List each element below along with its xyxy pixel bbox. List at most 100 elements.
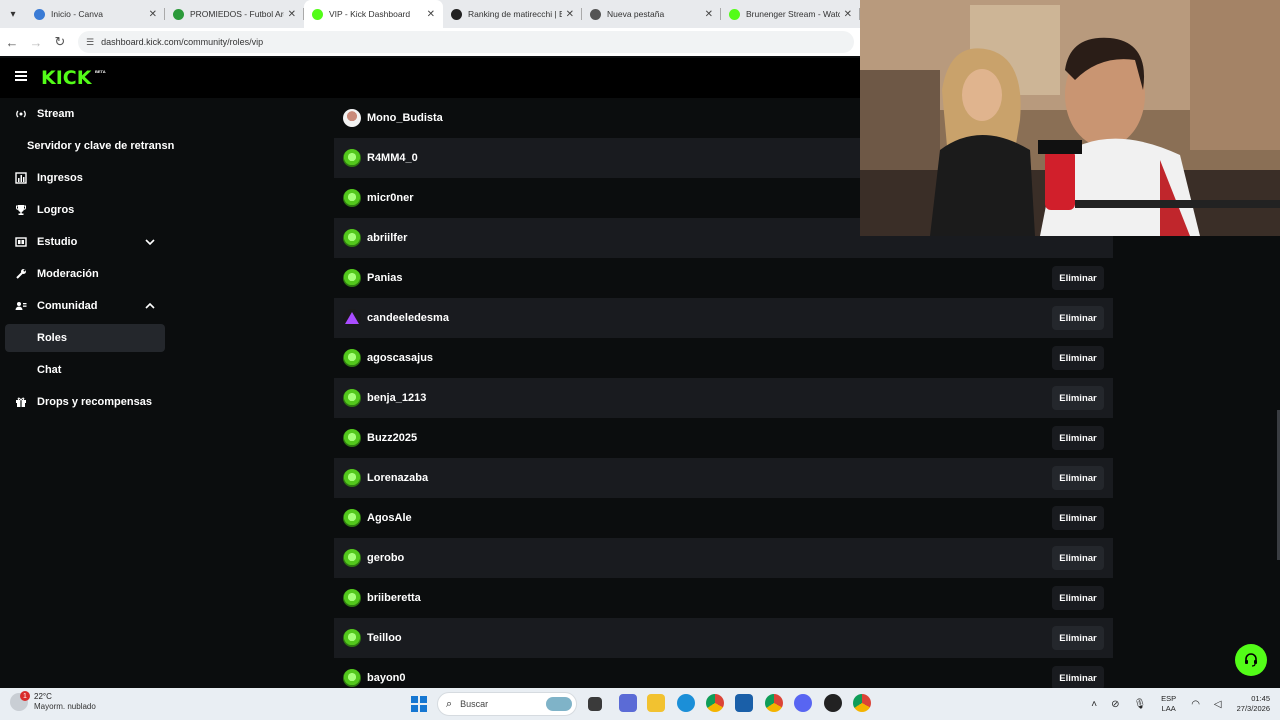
clock[interactable]: 01:45 27/3/2026 bbox=[1237, 694, 1270, 714]
system-tray: ˄ ⊘ 🎙 ESP LAA ◠ ◁ 01:45 27/3/2026 bbox=[1084, 688, 1270, 720]
tab-title: PROMIEDOS - Futbol Arg bbox=[190, 9, 284, 19]
edge-icon[interactable] bbox=[677, 694, 695, 712]
discord-icon[interactable] bbox=[794, 694, 812, 712]
help-chat-button[interactable] bbox=[1235, 644, 1267, 676]
browser-tab[interactable]: VIP - Kick Dashboard ✕ bbox=[304, 0, 443, 28]
sidebar-item-server-key[interactable]: Servidor y clave de retransn bbox=[5, 132, 195, 160]
tab-close-icon[interactable]: ✕ bbox=[288, 9, 296, 20]
username[interactable]: Buzz2025 bbox=[367, 432, 417, 444]
username[interactable]: R4MM4_0 bbox=[367, 152, 418, 164]
app-icon[interactable] bbox=[824, 694, 842, 712]
sidebar-item-label: Servidor y clave de retransn bbox=[27, 140, 175, 152]
tab-title: VIP - Kick Dashboard bbox=[329, 9, 411, 19]
username[interactable]: candeeledesma bbox=[367, 312, 449, 324]
remove-vip-button[interactable]: Eliminar bbox=[1052, 546, 1104, 570]
tab-search-icon[interactable]: ▾ bbox=[0, 0, 26, 28]
tab-close-icon[interactable]: ✕ bbox=[844, 9, 852, 20]
vip-user-row: Panias Eliminar bbox=[334, 258, 1113, 298]
browser-tab[interactable]: Inicio - Canva ✕ bbox=[26, 0, 165, 28]
kick-logo[interactable]: KICK bbox=[41, 68, 91, 88]
tab-close-icon[interactable]: ✕ bbox=[705, 9, 713, 20]
remove-vip-button[interactable]: Eliminar bbox=[1052, 506, 1104, 530]
sidebar-item-label: Moderación bbox=[37, 268, 99, 280]
user-avatar bbox=[343, 669, 361, 687]
back-arrow-icon[interactable]: ← bbox=[0, 30, 24, 54]
copilot-icon[interactable] bbox=[619, 694, 637, 712]
remove-vip-button[interactable]: Eliminar bbox=[1052, 626, 1104, 650]
tab-title: Inicio - Canva bbox=[51, 9, 103, 19]
community-icon bbox=[15, 300, 27, 312]
remove-vip-button[interactable]: Eliminar bbox=[1052, 426, 1104, 450]
remove-vip-button[interactable]: Eliminar bbox=[1052, 306, 1104, 330]
tab-close-icon[interactable]: ✕ bbox=[566, 9, 574, 20]
username[interactable]: AgosAle bbox=[367, 512, 412, 524]
chevron-up-icon[interactable]: ˄ bbox=[1091, 699, 1097, 710]
browser-tab-strip: ▾ Inicio - Canva ✕ PROMIEDOS - Futbol Arg ✕… bbox=[0, 0, 860, 28]
sidebar-item-comunidad[interactable]: Comunidad bbox=[5, 292, 165, 320]
username[interactable]: agoscasajus bbox=[367, 352, 433, 364]
windows-start-icon[interactable] bbox=[411, 696, 427, 712]
tab-close-icon[interactable]: ✕ bbox=[149, 9, 157, 20]
username[interactable]: bayon0 bbox=[367, 672, 406, 684]
weather-condition: Mayorm. nublado bbox=[34, 702, 96, 711]
task-view-icon[interactable] bbox=[588, 697, 602, 711]
vip-user-row: AgosAle Eliminar bbox=[334, 498, 1113, 538]
username[interactable]: Teilloo bbox=[367, 632, 402, 644]
browser-tab[interactable]: PROMIEDOS - Futbol Arg ✕ bbox=[165, 0, 304, 28]
chevron-up-icon[interactable] bbox=[145, 301, 155, 312]
username[interactable]: micr0ner bbox=[367, 192, 413, 204]
forward-arrow-icon[interactable]: → bbox=[24, 30, 48, 54]
reload-icon[interactable]: ↻ bbox=[48, 30, 72, 54]
sidebar-item-logros[interactable]: Logros bbox=[5, 196, 165, 224]
user-avatar bbox=[343, 269, 361, 287]
chart-icon bbox=[15, 172, 27, 184]
taskbar-search[interactable]: ⌕ Buscar bbox=[437, 692, 577, 716]
volume-icon[interactable]: ◁ bbox=[1214, 699, 1222, 710]
browser-tab[interactable]: Nueva pestaña ✕ bbox=[582, 0, 721, 28]
username[interactable]: benja_1213 bbox=[367, 392, 426, 404]
sidebar-item-estudio[interactable]: Estudio bbox=[5, 228, 165, 256]
tab-title: Brunenger Stream - Watc bbox=[746, 9, 840, 19]
sidebar-item-label: Ingresos bbox=[37, 172, 83, 184]
chevron-down-icon[interactable] bbox=[145, 237, 155, 248]
sidebar-item-stream[interactable]: Stream bbox=[5, 100, 165, 128]
browser-tab[interactable]: Brunenger Stream - Watc ✕ bbox=[721, 0, 860, 28]
store-icon[interactable] bbox=[735, 694, 753, 712]
language-indicator[interactable]: ESP LAA bbox=[1161, 694, 1176, 714]
weather-widget[interactable]: 1 22°C Mayorm. nublado bbox=[10, 691, 96, 712]
sidebar-item-roles[interactable]: Roles bbox=[5, 324, 165, 352]
chrome-alt-icon[interactable] bbox=[853, 694, 871, 712]
username[interactable]: abriilfer bbox=[367, 232, 407, 244]
network-off-icon[interactable]: ⊘ bbox=[1111, 699, 1119, 710]
file-explorer-icon[interactable] bbox=[647, 694, 665, 712]
username[interactable]: Mono_Budista bbox=[367, 112, 443, 124]
user-avatar bbox=[343, 229, 361, 247]
username[interactable]: Panias bbox=[367, 272, 402, 284]
remove-vip-button[interactable]: Eliminar bbox=[1052, 266, 1104, 290]
remove-vip-button[interactable]: Eliminar bbox=[1052, 346, 1104, 370]
sidebar-item-label: Drops y recompensas bbox=[37, 396, 152, 408]
remove-vip-button[interactable]: Eliminar bbox=[1052, 466, 1104, 490]
vip-user-row: Lorenazaba Eliminar bbox=[334, 458, 1113, 498]
sidebar-item-moderacion[interactable]: Moderación bbox=[5, 260, 165, 288]
sidebar-item-ingresos[interactable]: Ingresos bbox=[5, 164, 165, 192]
menu-icon[interactable] bbox=[15, 71, 27, 81]
remove-vip-button[interactable]: Eliminar bbox=[1052, 666, 1104, 690]
username[interactable]: briiberetta bbox=[367, 592, 421, 604]
microphone-icon[interactable]: 🎙 bbox=[1133, 699, 1146, 710]
chrome-icon[interactable] bbox=[706, 694, 724, 712]
site-settings-icon[interactable]: ☰ bbox=[86, 37, 94, 48]
username[interactable]: Lorenazaba bbox=[367, 472, 428, 484]
remove-vip-button[interactable]: Eliminar bbox=[1052, 586, 1104, 610]
lang-code: ESP bbox=[1161, 694, 1177, 703]
username[interactable]: gerobo bbox=[367, 552, 404, 564]
wifi-icon[interactable]: ◠ bbox=[1191, 699, 1200, 710]
user-avatar bbox=[343, 389, 361, 407]
sidebar-item-drops[interactable]: Drops y recompensas bbox=[5, 388, 165, 416]
remove-vip-button[interactable]: Eliminar bbox=[1052, 386, 1104, 410]
chrome-profile-icon[interactable] bbox=[765, 694, 783, 712]
address-bar[interactable]: ☰ dashboard.kick.com/community/roles/vip bbox=[78, 31, 854, 53]
sidebar-item-chat[interactable]: Chat bbox=[5, 356, 165, 384]
tab-close-icon[interactable]: ✕ bbox=[427, 9, 435, 20]
browser-tab[interactable]: Ranking de matirecchi | El ✕ bbox=[443, 0, 582, 28]
